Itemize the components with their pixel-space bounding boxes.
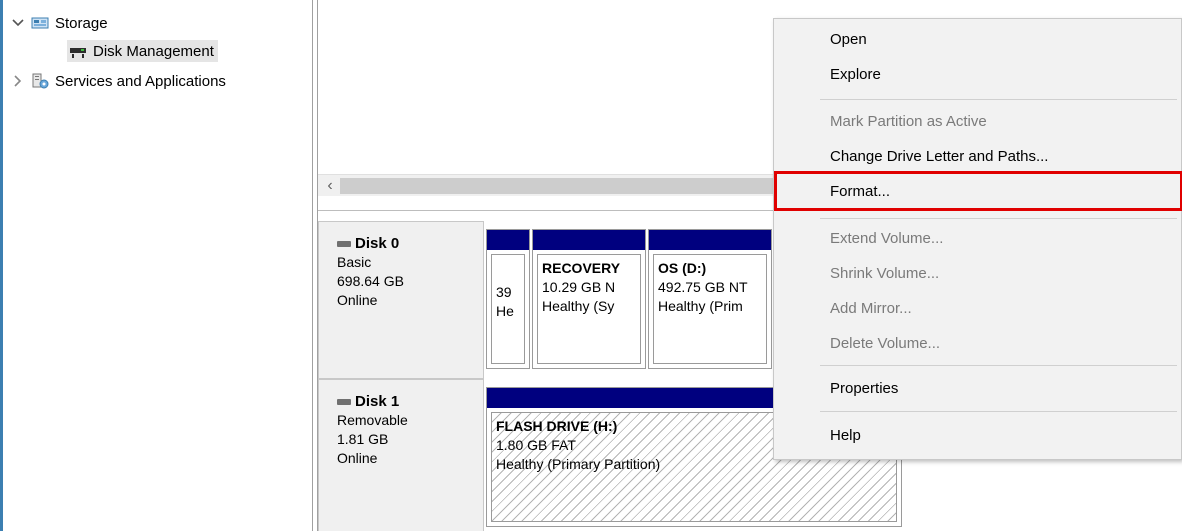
menu-separator (820, 218, 1177, 219)
disk-icon (337, 240, 351, 247)
partition-disk0-p1[interactable]: 39 He (486, 229, 530, 369)
menu-item-delete-volume[interactable]: Delete Volume... (830, 329, 940, 359)
disk-0-label[interactable]: Disk 0 Basic 698.64 GB Online (318, 221, 484, 379)
menu-separator (820, 365, 1177, 366)
disk-1-label[interactable]: Disk 1 Removable 1.81 GB Online (318, 379, 484, 531)
chevron-down-icon[interactable] (11, 16, 25, 30)
partition-title: RECOVERY (542, 260, 621, 276)
partition-line1: 10.29 GB N (542, 279, 616, 295)
services-icon (31, 73, 49, 89)
menu-item-shrink-volume[interactable]: Shrink Volume... (830, 259, 939, 289)
tree-item-services[interactable]: Services and Applications (11, 70, 226, 92)
menu-item-add-mirror[interactable]: Add Mirror... (830, 294, 912, 324)
partition-line2: Healthy (Sy (542, 298, 615, 314)
partition-line1: 492.75 GB NT (658, 279, 748, 295)
menu-item-open[interactable]: Open (830, 25, 867, 55)
disk-management-icon (69, 43, 87, 59)
disk-0-type: Basic (337, 254, 372, 270)
tree-item-disk-management[interactable]: Disk Management (67, 40, 218, 62)
menu-separator (820, 99, 1177, 100)
disk-0-size: 698.64 GB (337, 273, 404, 289)
menu-item-help[interactable]: Help (830, 421, 861, 451)
format-highlight-box (774, 171, 1182, 211)
menu-item-properties[interactable]: Properties (830, 374, 898, 404)
context-menu: Open Explore Mark Partition as Active Ch… (773, 18, 1182, 460)
partition-line2: Healthy (Prim (658, 298, 743, 314)
menu-item-explore[interactable]: Explore (830, 60, 881, 90)
partition-os-d[interactable]: OS (D:) 492.75 GB NT Healthy (Prim (648, 229, 772, 369)
storage-icon (31, 15, 49, 31)
chevron-right-icon[interactable] (11, 74, 25, 88)
partition-title: OS (D:) (658, 260, 707, 276)
partition-recovery[interactable]: RECOVERY 10.29 GB N Healthy (Sy (532, 229, 646, 369)
scroll-left-arrow-icon[interactable]: ‹ (322, 176, 338, 196)
disk-0-name: Disk 0 (355, 235, 400, 252)
disk-icon (337, 398, 351, 405)
menu-item-extend-volume[interactable]: Extend Volume... (830, 224, 943, 254)
menu-separator (820, 411, 1177, 412)
disk-0-status: Online (337, 292, 378, 308)
tree-item-disk-management-label: Disk Management (93, 42, 214, 60)
partition-line2: He (496, 303, 514, 319)
tree-item-storage-label: Storage (55, 14, 108, 32)
partition-line1: 39 (496, 284, 512, 300)
menu-item-change-drive-letter[interactable]: Change Drive Letter and Paths... (830, 142, 1048, 172)
tree-item-storage[interactable]: Storage (11, 12, 108, 34)
disk-1-name: Disk 1 (355, 393, 400, 410)
disk-1-size: 1.81 GB (337, 431, 389, 447)
menu-item-mark-active[interactable]: Mark Partition as Active (830, 107, 987, 137)
navigation-tree: Storage Disk Management Services and App… (0, 0, 312, 531)
scrollbar-thumb[interactable] (340, 178, 780, 194)
disk-1-type: Removable (337, 412, 408, 428)
tree-item-services-label: Services and Applications (55, 72, 226, 90)
disk-1-status: Online (337, 450, 378, 466)
